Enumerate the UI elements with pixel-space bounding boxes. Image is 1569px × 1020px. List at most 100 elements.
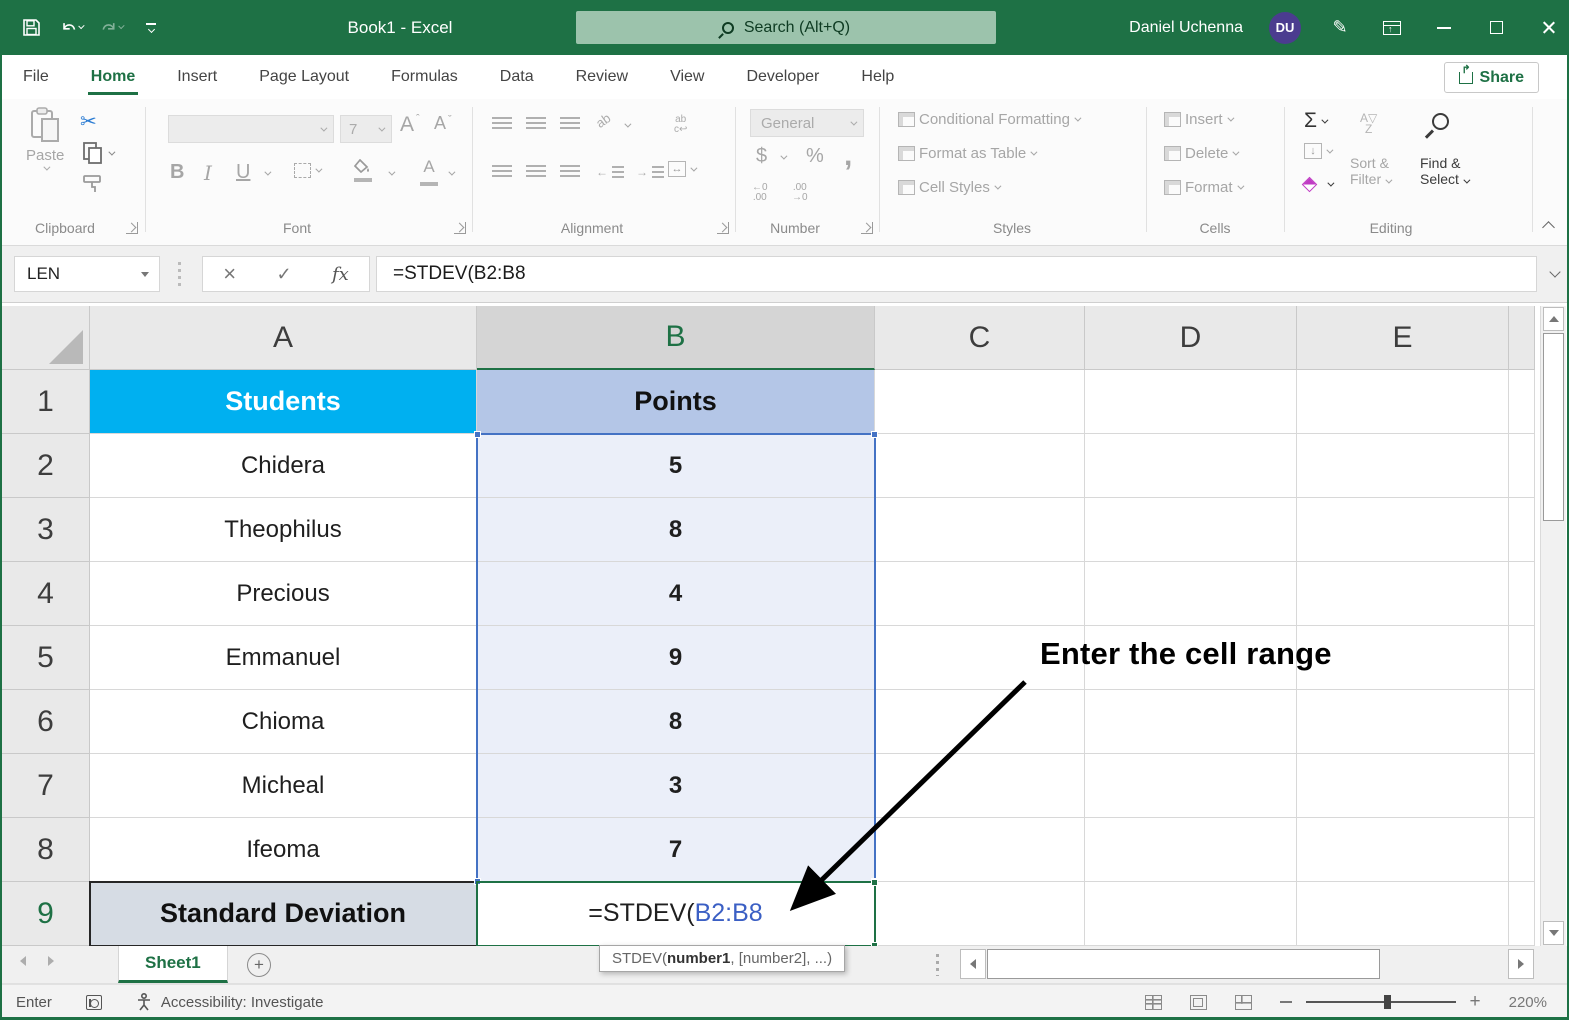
font-launcher-icon[interactable]	[454, 222, 466, 234]
column-header-E[interactable]: E	[1297, 306, 1509, 370]
cell-F6[interactable]	[1509, 690, 1535, 754]
scroll-right-button[interactable]	[1508, 949, 1534, 979]
cell-A4[interactable]: Precious	[90, 562, 477, 626]
zoom-in-icon[interactable]: +	[1470, 991, 1481, 1013]
collapse-ribbon-icon[interactable]	[1542, 221, 1555, 234]
row-header-1[interactable]: 1	[2, 370, 90, 434]
row-header-9[interactable]: 9	[2, 882, 90, 946]
cell-F1[interactable]	[1509, 370, 1535, 434]
cell-D1[interactable]	[1085, 370, 1297, 434]
tab-file[interactable]: File	[2, 55, 70, 99]
vertical-scrollbar[interactable]	[1540, 306, 1566, 946]
cell-B6[interactable]: 8	[477, 690, 875, 754]
sheet-nav-left-icon[interactable]	[20, 956, 26, 966]
cancel-icon[interactable]: ×	[223, 261, 236, 287]
tab-formulas[interactable]: Formulas	[370, 55, 479, 99]
cell-A1[interactable]: Students	[90, 370, 477, 434]
cell-E9[interactable]	[1297, 882, 1509, 946]
cell-F8[interactable]	[1509, 818, 1535, 882]
cell-D2[interactable]	[1085, 434, 1297, 498]
avatar[interactable]: DU	[1269, 11, 1301, 44]
column-header-B[interactable]: B	[477, 306, 875, 370]
coach-pen-icon[interactable]: ✎	[1327, 15, 1353, 41]
tab-data[interactable]: Data	[479, 55, 555, 99]
tab-developer[interactable]: Developer	[725, 55, 840, 99]
cell-B4[interactable]: 4	[477, 562, 875, 626]
share-button[interactable]: Share	[1443, 62, 1539, 93]
cell-A5[interactable]: Emmanuel	[90, 626, 477, 690]
cell-A7[interactable]: Micheal	[90, 754, 477, 818]
cell-D8[interactable]	[1085, 818, 1297, 882]
row-header-8[interactable]: 8	[2, 818, 90, 882]
tab-insert[interactable]: Insert	[156, 55, 238, 99]
save-icon[interactable]	[20, 17, 42, 39]
enter-icon[interactable]: ✓	[276, 264, 291, 285]
zoom-out-icon[interactable]	[1279, 1001, 1292, 1003]
undo-dropdown-icon[interactable]	[78, 22, 85, 30]
row-header-7[interactable]: 7	[2, 754, 90, 818]
cell-E8[interactable]	[1297, 818, 1509, 882]
formula-input[interactable]: =STDEV(B2:B8	[376, 256, 1537, 292]
insert-function-icon[interactable]: fx	[332, 264, 349, 285]
cell-B7[interactable]: 3	[477, 754, 875, 818]
cell-D6[interactable]	[1085, 690, 1297, 754]
clear-button[interactable]	[1301, 176, 1335, 193]
column-header-C[interactable]: C	[875, 306, 1085, 370]
ribbon-display-options-icon[interactable]	[1379, 15, 1405, 41]
normal-view-icon[interactable]	[1144, 994, 1162, 1010]
customize-quick-access-icon[interactable]	[140, 17, 162, 39]
formula-bar-resize-handle[interactable]	[178, 262, 181, 286]
cell-A3[interactable]: Theophilus	[90, 498, 477, 562]
zoom-level[interactable]: 220%	[1509, 994, 1547, 1011]
new-sheet-button[interactable]: +	[247, 953, 271, 977]
horizontal-scroll-thumb[interactable]	[987, 949, 1380, 979]
search-box[interactable]: Search (Alt+Q)	[576, 11, 996, 44]
scroll-left-button[interactable]	[960, 949, 986, 979]
cell-C2[interactable]	[875, 434, 1085, 498]
clipboard-launcher-icon[interactable]	[126, 222, 138, 234]
cell-A9[interactable]: Standard Deviation	[90, 882, 477, 946]
cell-B5[interactable]: 9	[477, 626, 875, 690]
vertical-scroll-thumb[interactable]	[1543, 333, 1564, 521]
sheet-tab-sheet1[interactable]: Sheet1	[118, 946, 228, 983]
cell-B1[interactable]: Points	[477, 370, 875, 434]
cell-F4[interactable]	[1509, 562, 1535, 626]
cell-E7[interactable]	[1297, 754, 1509, 818]
cell-B3[interactable]: 8	[477, 498, 875, 562]
cell-E1[interactable]	[1297, 370, 1509, 434]
name-box-dropdown-icon[interactable]	[141, 272, 149, 277]
cell-B9-active[interactable]: =STDEV(B2:B8	[477, 882, 875, 946]
cell-F9[interactable]	[1509, 882, 1535, 946]
cell-E4[interactable]	[1297, 562, 1509, 626]
scroll-up-button[interactable]	[1543, 307, 1564, 331]
cell-A6[interactable]: Chioma	[90, 690, 477, 754]
cell-F3[interactable]	[1509, 498, 1535, 562]
column-header-D[interactable]: D	[1085, 306, 1297, 370]
tab-view[interactable]: View	[649, 55, 725, 99]
autosum-button[interactable]: Σ	[1304, 109, 1329, 133]
accessibility-status[interactable]: Accessibility: Investigate	[161, 994, 324, 1011]
alignment-launcher-icon[interactable]	[717, 222, 729, 234]
close-button[interactable]	[1535, 15, 1561, 41]
cell-D7[interactable]	[1085, 754, 1297, 818]
cell-C8[interactable]	[875, 818, 1085, 882]
row-header-3[interactable]: 3	[2, 498, 90, 562]
undo-icon[interactable]	[60, 17, 85, 39]
cell-C6[interactable]	[875, 690, 1085, 754]
cell-E3[interactable]	[1297, 498, 1509, 562]
tab-page-layout[interactable]: Page Layout	[238, 55, 370, 99]
sheet-nav-right-icon[interactable]	[48, 956, 54, 966]
row-header-6[interactable]: 6	[2, 690, 90, 754]
number-launcher-icon[interactable]	[861, 222, 873, 234]
cell-E6[interactable]	[1297, 690, 1509, 754]
scrollbar-resize-handle[interactable]	[936, 954, 939, 976]
row-header-4[interactable]: 4	[2, 562, 90, 626]
find-select-button[interactable]: Find & Select	[1420, 155, 1471, 187]
cell-C7[interactable]	[875, 754, 1085, 818]
cell-F7[interactable]	[1509, 754, 1535, 818]
zoom-slider[interactable]: +	[1279, 991, 1481, 1013]
cell-A8[interactable]: Ifeoma	[90, 818, 477, 882]
cell-C1[interactable]	[875, 370, 1085, 434]
column-header-F-partial[interactable]	[1509, 306, 1535, 370]
cell-D4[interactable]	[1085, 562, 1297, 626]
